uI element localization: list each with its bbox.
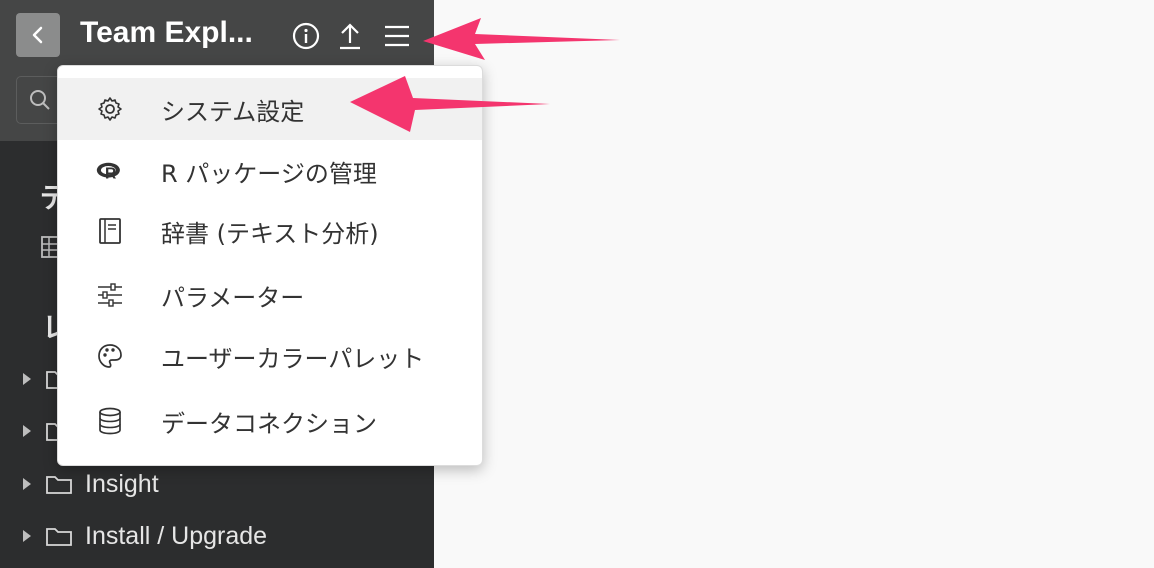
- annotation-arrow-menu: [423, 18, 620, 60]
- expand-caret-icon[interactable]: [23, 478, 31, 490]
- app-title: Team Expl...: [80, 16, 253, 49]
- menu-item-label: パラメーター: [161, 283, 305, 312]
- expand-caret-icon[interactable]: [23, 530, 31, 542]
- menu-item-label: システム設定: [161, 97, 305, 126]
- folder-label: Insight: [85, 469, 159, 498]
- back-button[interactable]: [16, 13, 60, 57]
- folder-item-install-upgrade[interactable]: Install / Upgrade: [20, 521, 267, 551]
- hamburger-menu-icon: [385, 25, 409, 47]
- chevron-left-icon: [32, 26, 43, 44]
- annotation-arrow-settings: [350, 76, 550, 132]
- menu-item-parameters[interactable]: パラメーター: [58, 264, 482, 326]
- book-icon: [96, 217, 124, 245]
- database-icon: [96, 407, 124, 435]
- menu-item-user-color-palette[interactable]: ユーザーカラーパレット: [58, 325, 482, 387]
- upload-icon: [340, 23, 360, 50]
- menu-item-dictionary[interactable]: 辞書 (テキスト分析): [58, 200, 482, 262]
- folder-label: Install / Upgrade: [85, 521, 268, 550]
- search-icon: [30, 90, 50, 110]
- upload-button[interactable]: [335, 21, 365, 51]
- expand-caret-icon[interactable]: [23, 425, 31, 437]
- palette-icon: [96, 342, 124, 370]
- hamburger-menu-button[interactable]: [382, 21, 412, 51]
- svg-text:R: R: [105, 165, 116, 182]
- expand-caret-icon[interactable]: [23, 373, 31, 385]
- info-icon: [292, 22, 320, 50]
- menu-item-label: ユーザーカラーパレット: [161, 344, 425, 373]
- menu-item-label: 辞書 (テキスト分析): [161, 219, 379, 248]
- menu-item-label: データコネクション: [161, 409, 377, 438]
- menu-item-data-connection[interactable]: データコネクション: [58, 390, 482, 452]
- gear-icon: [96, 95, 124, 123]
- folder-icon: [46, 528, 72, 546]
- r-logo-icon: R: [96, 157, 124, 185]
- info-button[interactable]: [291, 21, 321, 51]
- menu-item-label: R パッケージの管理: [161, 159, 377, 188]
- sliders-icon: [96, 281, 124, 309]
- folder-icon: [46, 476, 72, 494]
- menu-item-r-packages[interactable]: R R パッケージの管理: [58, 140, 482, 202]
- folder-item-insight[interactable]: Insight: [20, 469, 159, 499]
